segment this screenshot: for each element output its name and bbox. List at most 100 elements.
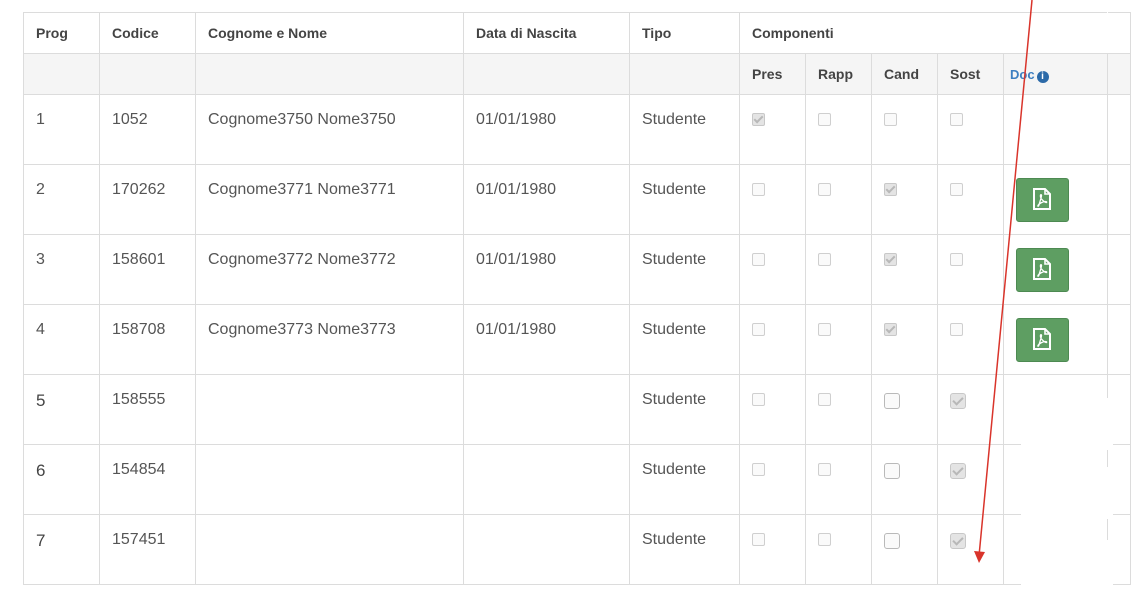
redacted-doc-row5 — [1021, 398, 1113, 450]
cand-checkbox[interactable] — [884, 183, 897, 196]
cell-prog-text: 7 — [36, 531, 46, 550]
info-icon[interactable]: i — [1036, 70, 1049, 83]
cell-codice: 154854 — [99, 444, 196, 515]
sost-checkbox[interactable] — [950, 533, 966, 549]
redacted-name-row6 — [203, 467, 415, 495]
redacted-top-right — [887, 0, 1141, 10]
cell-tipo: Studente — [629, 234, 740, 305]
cell-codice-text: 158601 — [112, 251, 166, 268]
screenshot-page: Prog Codice Cognome e Nome Data di Nasci… — [0, 0, 1141, 595]
cell-prog-text: 2 — [36, 181, 45, 198]
subheader-sost: Sost — [937, 53, 1004, 95]
cand-checkbox[interactable] — [884, 113, 897, 126]
rapp-checkbox[interactable] — [818, 183, 831, 196]
cell-pres — [739, 164, 806, 235]
cand-checkbox[interactable] — [884, 253, 897, 266]
rapp-checkbox[interactable] — [818, 253, 831, 266]
cell-codice: 1052 — [99, 94, 196, 165]
cell-codice: 170262 — [99, 164, 196, 235]
cell-sost — [937, 304, 1004, 375]
cell-cand — [871, 234, 938, 305]
cell-cand — [871, 164, 938, 235]
redacted-doc-row7 — [1021, 540, 1113, 592]
pres-checkbox[interactable] — [752, 113, 765, 126]
cell-codice: 157451 — [99, 514, 196, 585]
pdf-download-button[interactable] — [1016, 318, 1069, 362]
pres-checkbox[interactable] — [752, 323, 765, 336]
cell-cand — [871, 304, 938, 375]
header-prog: Prog — [23, 12, 100, 54]
cell-cognome-nome: Cognome3773 Nome3773 — [195, 304, 464, 375]
doc-header-label: Doc — [1010, 66, 1035, 82]
cell-doc — [1002, 164, 1109, 235]
header-cognome-nome: Cognome e Nome — [195, 12, 464, 54]
pdf-icon — [1033, 258, 1051, 280]
cand-checkbox[interactable] — [884, 393, 900, 409]
subheader-empty-tipo — [629, 53, 740, 95]
header-codice: Codice — [99, 12, 196, 54]
header-data-nascita: Data di Nascita — [463, 12, 630, 54]
cand-checkbox[interactable] — [884, 463, 900, 479]
cell-data-nascita: 01/01/1980 — [463, 234, 630, 305]
sost-checkbox[interactable] — [950, 253, 963, 266]
cell-tipo: Studente — [629, 94, 740, 165]
cell-doc — [1002, 234, 1109, 305]
subheader-empty-codice — [99, 53, 196, 95]
rapp-checkbox[interactable] — [818, 113, 831, 126]
sost-checkbox[interactable] — [950, 393, 966, 409]
cell-cand — [871, 444, 938, 515]
header-componenti: Componenti — [738, 12, 1109, 54]
cell-end — [1107, 94, 1132, 165]
pres-checkbox[interactable] — [752, 463, 765, 476]
sost-checkbox[interactable] — [950, 113, 963, 126]
cell-cognome-nome: Cognome3772 Nome3772 — [195, 234, 464, 305]
redacted-date-row7 — [476, 540, 597, 568]
cell-tipo: Studente — [629, 374, 740, 445]
pres-checkbox[interactable] — [752, 533, 765, 546]
redacted-name-row7 — [203, 540, 415, 568]
sost-checkbox[interactable] — [950, 323, 963, 336]
subheader-pres: Pres — [739, 53, 806, 95]
cell-data-nascita-text: 01/01/1980 — [476, 111, 557, 128]
cell-doc — [1002, 304, 1109, 375]
sost-checkbox[interactable] — [950, 463, 966, 479]
cell-prog-text: 5 — [36, 391, 46, 410]
cell-end — [1107, 234, 1132, 305]
table-body: 1 1052 Cognome3750 Nome3750 01/01/1980 Stude… — [23, 94, 1132, 585]
header-empty — [1107, 12, 1132, 54]
cell-tipo: Studente — [629, 304, 740, 375]
rapp-checkbox[interactable] — [818, 393, 831, 406]
cell-codice: 158601 — [99, 234, 196, 305]
pres-checkbox[interactable] — [752, 253, 765, 266]
cell-cand — [871, 514, 938, 585]
cell-end — [1107, 164, 1132, 235]
cell-sost — [937, 234, 1004, 305]
subheader-empty-nascita — [463, 53, 630, 95]
pdf-download-button[interactable] — [1016, 178, 1069, 222]
rapp-checkbox[interactable] — [818, 463, 831, 476]
cand-checkbox[interactable] — [884, 323, 897, 336]
cell-pres — [739, 234, 806, 305]
cell-prog-text: 1 — [36, 111, 45, 128]
table-row: 1 1052 Cognome3750 Nome3750 01/01/1980 Stude… — [23, 94, 1132, 165]
componenti-table: Prog Codice Cognome e Nome Data di Nasci… — [23, 12, 1132, 585]
cell-tipo: Studente — [629, 514, 740, 585]
pres-checkbox[interactable] — [752, 183, 765, 196]
subheader-rapp: Rapp — [805, 53, 872, 95]
rapp-checkbox[interactable] — [818, 533, 831, 546]
cell-rapp — [805, 164, 872, 235]
cell-rapp — [805, 304, 872, 375]
cell-cognome-nome-text: Cognome3772 Nome3772 — [208, 251, 396, 268]
cell-codice-text: 157451 — [112, 531, 166, 548]
cand-checkbox[interactable] — [884, 533, 900, 549]
cell-codice-text: 1052 — [112, 111, 148, 128]
pres-checkbox[interactable] — [752, 393, 765, 406]
sost-checkbox[interactable] — [950, 183, 963, 196]
redacted-date-row6 — [476, 467, 597, 495]
pdf-download-button[interactable] — [1016, 248, 1069, 292]
cell-cognome-nome-text: Cognome3750 Nome3750 — [208, 111, 396, 128]
cell-prog: 1 — [23, 94, 100, 165]
rapp-checkbox[interactable] — [818, 323, 831, 336]
cell-sost — [937, 444, 1004, 515]
cell-tipo-text: Studente — [642, 251, 707, 268]
